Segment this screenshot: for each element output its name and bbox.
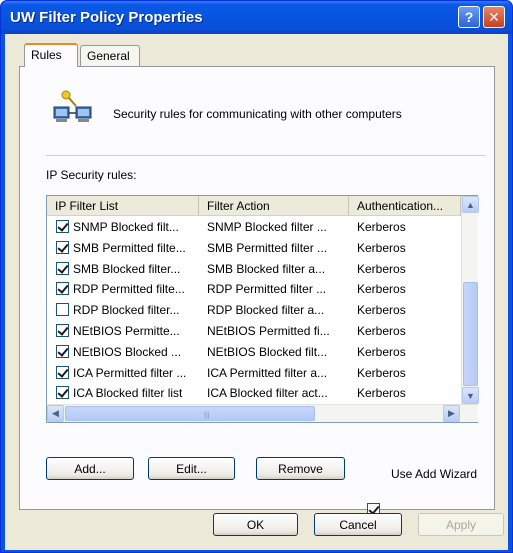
ip-security-rules-list[interactable]: IP Filter List Filter Action Authenticat… [46, 195, 479, 425]
tab-general[interactable]: General [80, 45, 140, 66]
rule-checkbox[interactable] [56, 261, 69, 275]
horizontal-scroll-thumb[interactable]: ||| [65, 406, 315, 421]
table-row[interactable]: SMB Blocked filter... SMB Blocked filter … [47, 259, 461, 280]
rule-authentication: Kerberos [357, 323, 406, 338]
network-security-icon [53, 90, 92, 122]
remove-button[interactable]: Remove [256, 457, 345, 480]
rule-filter-list: RDP Permitted filte... [73, 282, 185, 297]
rule-filter-list: NEtBIOS Blocked ... [73, 344, 182, 359]
column-header-filter-action[interactable]: Filter Action [199, 196, 349, 215]
table-row[interactable]: NEtBIOS Blocked ... NEtBIOS Blocked filt.… [47, 342, 461, 363]
dialog-window: UW Filter Policy Properties ? ✕ Rules Ge… [0, 0, 513, 553]
table-row[interactable]: RDP Permitted filte... RDP Permitted filt… [47, 279, 461, 300]
rule-checkbox[interactable] [56, 323, 69, 337]
add-button[interactable]: Add... [46, 457, 134, 480]
use-add-wizard-label[interactable]: Use Add Wizard [391, 467, 477, 481]
ok-button[interactable]: OK [213, 513, 298, 536]
rule-authentication: Kerberos [357, 261, 406, 276]
list-header: IP Filter List Filter Action Authenticat… [47, 196, 461, 216]
rule-filter-list: ICA Permitted filter ... [73, 365, 187, 380]
cancel-button[interactable]: Cancel [314, 513, 402, 536]
scroll-up-button[interactable]: ▲ [462, 196, 479, 213]
rule-checkbox[interactable] [56, 344, 69, 358]
ip-security-rules-label: IP Security rules: [46, 168, 137, 182]
rule-filter-action: RDP Permitted filter ... [207, 282, 327, 297]
rule-filter-action: SMB Blocked filter a... [207, 261, 326, 276]
table-row[interactable]: ICA Blocked filter list ICA Blocked filte… [47, 383, 461, 404]
window-title: UW Filter Policy Properties [10, 9, 203, 26]
rule-checkbox[interactable] [56, 365, 69, 379]
help-button[interactable]: ? [458, 6, 480, 28]
rule-filter-list: ICA Blocked filter list [73, 386, 183, 401]
scroll-left-button[interactable]: ◀ [47, 405, 64, 422]
rules-description: Security rules for communicating with ot… [113, 107, 402, 121]
close-button[interactable]: ✕ [483, 6, 505, 28]
rule-authentication: Kerberos [357, 282, 406, 297]
rule-filter-action: SMB Permitted filter ... [207, 240, 328, 255]
rule-filter-action: ICA Permitted filter a... [207, 365, 328, 380]
tab-rules[interactable]: Rules [24, 43, 78, 67]
rule-filter-action: RDP Blocked filter a... [207, 303, 325, 318]
rule-checkbox[interactable] [56, 303, 69, 317]
rule-checkbox[interactable] [56, 386, 69, 400]
rule-filter-list: RDP Blocked filter... [73, 303, 180, 318]
rule-checkbox[interactable] [56, 282, 69, 296]
title-bar[interactable]: UW Filter Policy Properties ? ✕ [1, 1, 512, 34]
rule-filter-list: SNMP Blocked filt... [73, 220, 179, 234]
column-header-ip-filter-list[interactable]: IP Filter List [47, 196, 199, 215]
table-row[interactable]: RDP Blocked filter... RDP Blocked filter … [47, 300, 461, 321]
rules-tab-panel: Security rules for communicating with ot… [19, 66, 495, 510]
vertical-scroll-thumb[interactable] [463, 282, 478, 386]
rule-authentication: Kerberos [357, 220, 406, 234]
rule-checkbox[interactable] [56, 220, 69, 233]
rule-filter-action: ICA Blocked filter act... [207, 386, 328, 401]
rule-filter-list: SMB Blocked filter... [73, 261, 181, 276]
rule-authentication: Kerberos [357, 240, 406, 255]
scroll-down-button[interactable]: ▼ [462, 387, 479, 404]
scroll-right-button[interactable]: ▶ [443, 405, 460, 422]
dialog-client: Rules General Security rules for communi… [5, 34, 508, 550]
vertical-scrollbar[interactable]: ▲ ▼ [461, 196, 479, 404]
table-row[interactable]: SMB Permitted filte... SMB Permitted filt… [47, 238, 461, 259]
rule-filter-action: NEtBIOS Permitted fi... [207, 323, 330, 338]
table-row[interactable]: ICA Permitted filter ... ICA Permitted fi… [47, 363, 461, 384]
rule-filter-action: SNMP Blocked filter ... [207, 220, 327, 234]
rule-authentication: Kerberos [357, 386, 406, 401]
rule-filter-list: NEtBIOS Permitte... [73, 323, 180, 338]
separator [46, 155, 486, 157]
apply-button[interactable]: Apply [418, 513, 504, 536]
rule-authentication: Kerberos [357, 365, 406, 380]
horizontal-scrollbar[interactable]: ◀ ||| ▶ [47, 404, 478, 422]
scroll-grip-icon: ||| [204, 412, 210, 419]
rule-authentication: Kerberos [357, 303, 406, 318]
column-header-authentication[interactable]: Authentication... [349, 196, 461, 215]
list-rows: SNMP Blocked filt... SNMP Blocked filter … [47, 217, 461, 425]
table-row[interactable]: SNMP Blocked filt... SNMP Blocked filter … [47, 217, 461, 238]
table-row[interactable]: NEtBIOS Permitte... NEtBIOS Permitted fi.… [47, 321, 461, 342]
rule-filter-action: NEtBIOS Blocked filt... [207, 344, 328, 359]
rule-authentication: Kerberos [357, 344, 406, 359]
rule-filter-list: SMB Permitted filte... [73, 240, 186, 255]
edit-button[interactable]: Edit... [148, 457, 235, 480]
rule-checkbox[interactable] [56, 240, 69, 254]
